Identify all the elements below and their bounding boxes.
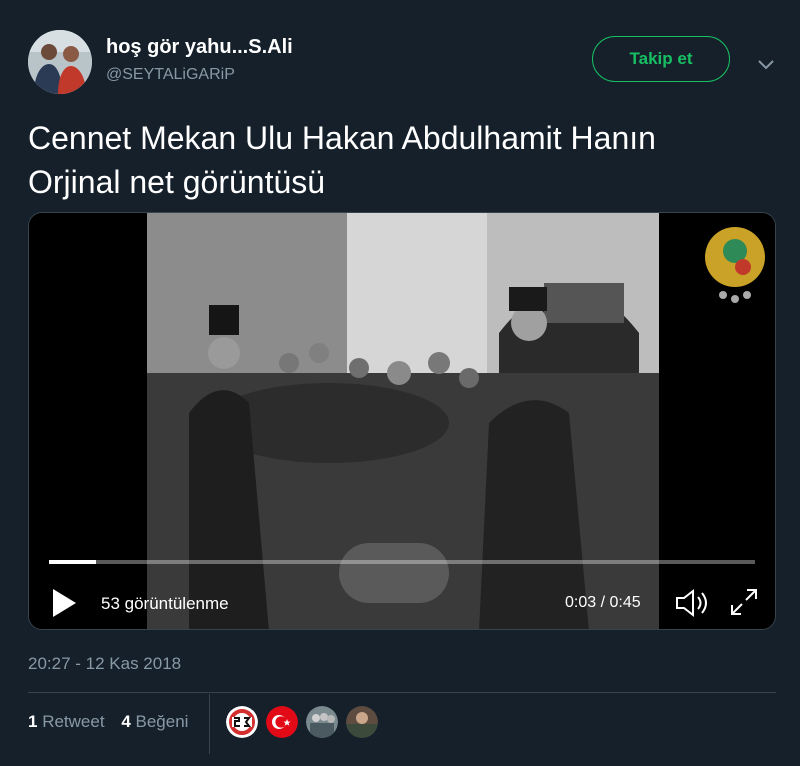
stats-divider: [209, 694, 210, 754]
play-icon[interactable]: [49, 587, 79, 619]
video-frame: [29, 213, 775, 629]
like-stat[interactable]: 4 Beğeni: [121, 712, 188, 732]
tweet-header: hoş gör yahu...S.Ali @SEYTALiGARiP Takip…: [0, 0, 800, 100]
tweet-text: Cennet Mekan Ulu Hakan Abdulhamit Hanın …: [28, 116, 768, 204]
divider: [28, 692, 776, 693]
tweet-timestamp[interactable]: 20:27 - 12 Kas 2018: [28, 654, 181, 674]
author-username[interactable]: @SEYTALiGARiP: [106, 66, 235, 84]
follow-button[interactable]: Takip et: [592, 36, 730, 82]
video-player[interactable]: 53 görüntülenme 0:03 / 0:45: [28, 212, 776, 630]
tweet-text-line: Cennet Mekan Ulu Hakan Abdulhamit Hanın: [28, 120, 656, 156]
video-progress-fill: [49, 560, 97, 564]
retweet-count: 1: [28, 712, 38, 731]
avatar-photo: [28, 30, 92, 94]
view-count: 53 görüntülenme: [101, 594, 229, 613]
author-avatar[interactable]: [28, 30, 92, 94]
author-display-name[interactable]: hoş gör yahu...S.Ali: [106, 36, 293, 59]
tweet-stats: 1 Retweet 4 Beğeni: [28, 712, 200, 732]
volume-icon[interactable]: [673, 587, 713, 619]
liker-avatar[interactable]: [346, 706, 378, 738]
tweet-text-line: Orjinal net görüntüsü: [28, 164, 326, 200]
video-progress-bar[interactable]: [49, 560, 755, 564]
like-count: 4: [121, 712, 131, 731]
fullscreen-icon[interactable]: [729, 587, 759, 617]
liker-avatar[interactable]: [306, 706, 338, 738]
chevron-down-icon[interactable]: [756, 54, 776, 74]
liker-avatar[interactable]: [226, 706, 258, 738]
like-label: Beğeni: [135, 712, 189, 731]
liker-avatar[interactable]: [266, 706, 298, 738]
retweet-stat[interactable]: 1 Retweet: [28, 712, 105, 732]
video-time: 0:03 / 0:45: [565, 594, 641, 611]
liker-avatars: [226, 706, 386, 738]
retweet-label: Retweet: [42, 712, 105, 731]
